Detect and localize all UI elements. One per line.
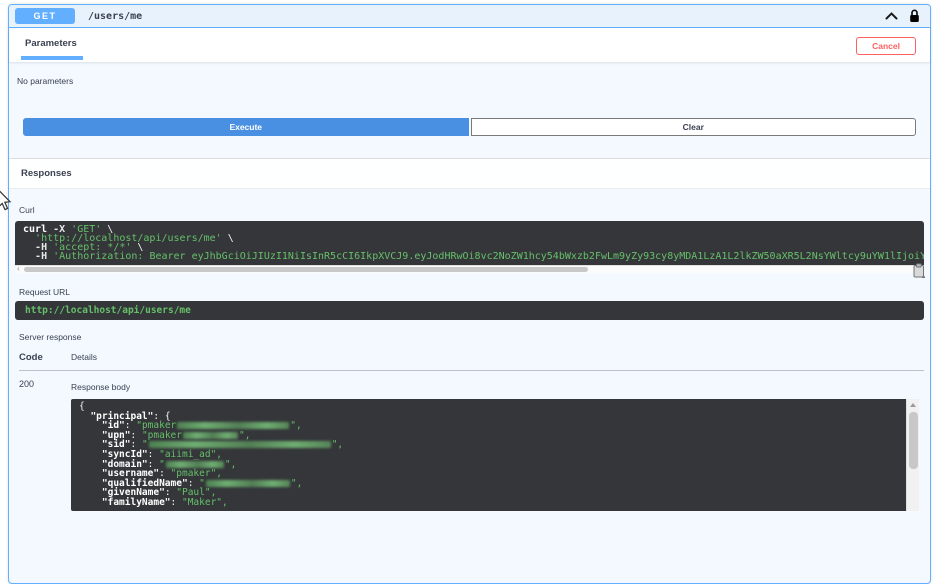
operation-block-get-users-me: GET /users/me Parameters Cancel No param… [8,4,931,584]
code-line: "familyName": "Maker", [101,496,228,508]
clear-button[interactable]: Clear [470,118,916,136]
code-line: "id": "pmaker ", [101,420,302,432]
response-row-200: 200 Response body { "principal": { "id":… [19,379,924,511]
lock-icon[interactable] [909,9,920,23]
response-body-label: Response body [71,382,131,392]
details-column-header: Details [71,352,97,362]
vertical-scrollbar-thumb[interactable] [909,412,918,469]
server-response-table: Code Details 200 Response body { "princi… [15,352,924,511]
scroll-up-arrow-icon[interactable] [910,403,916,407]
server-response-label: Server response [19,332,82,342]
response-body-code[interactable]: { "principal": { "id": "pmaker ", "upn": … [71,399,906,511]
status-code: 200 [19,379,35,389]
code-line: { [79,401,85,412]
curl-command-wrap: curl -X 'GET' \ 'http://localhost/api/us… [15,221,926,278]
redacted-text [205,479,290,487]
code-line: -H 'Authorization: Bearer eyJhbGciOiJIUz… [35,251,924,262]
parameters-section-header: Parameters Cancel [9,28,930,62]
no-parameters-text: No parameters [17,76,74,86]
code-column-header: Code [19,352,43,363]
scroll-left-arrow-icon[interactable]: ‹ [17,265,20,273]
swagger-page: { "endpoint": { "method": "GET", "path":… [0,0,940,584]
endpoint-path: /users/me [88,10,143,22]
horizontal-scrollbar-thumb[interactable] [24,267,588,272]
response-details-cell: Response body { "principal": { "id": "pm… [71,379,924,511]
curl-horizontal-scrollbar[interactable]: ‹ › [15,265,924,273]
cancel-button[interactable]: Cancel [856,37,916,55]
code-line: 'http://localhost/api/users/me' \ [35,233,234,244]
clipboard-icon[interactable] [911,262,926,282]
redacted-text [177,422,290,430]
tab-parameters: Parameters [21,36,83,60]
execute-button-row: Execute Clear [23,118,916,136]
responses-section-title: Responses [9,158,930,189]
responses-content: Curl curl -X 'GET' \ 'http://localhost/a… [9,189,930,511]
http-method-badge: GET [15,8,75,24]
response-body-wrap: { "principal": { "id": "pmaker ", "upn": … [71,399,919,511]
request-url-label: Request URL [19,287,71,297]
redacted-text [165,460,224,468]
redacted-text [183,431,238,439]
curl-command-textarea[interactable]: curl -X 'GET' \ 'http://localhost/api/us… [15,221,924,265]
operation-summary-bar[interactable]: GET /users/me [9,5,930,28]
chevron-up-icon[interactable] [885,12,898,20]
code-line: "principal": { [90,410,171,422]
response-vertical-scrollbar[interactable] [906,399,919,511]
redacted-text [148,441,331,449]
response-table-header: Code Details [19,352,924,371]
execute-button[interactable]: Execute [23,118,469,136]
curl-label: Curl [19,205,35,215]
request-url-value: http://localhost/api/users/me [15,301,924,320]
code-line: "syncId": "aiimi_ad", [101,448,223,460]
code-line: "upn": "pmaker ", [101,429,251,441]
